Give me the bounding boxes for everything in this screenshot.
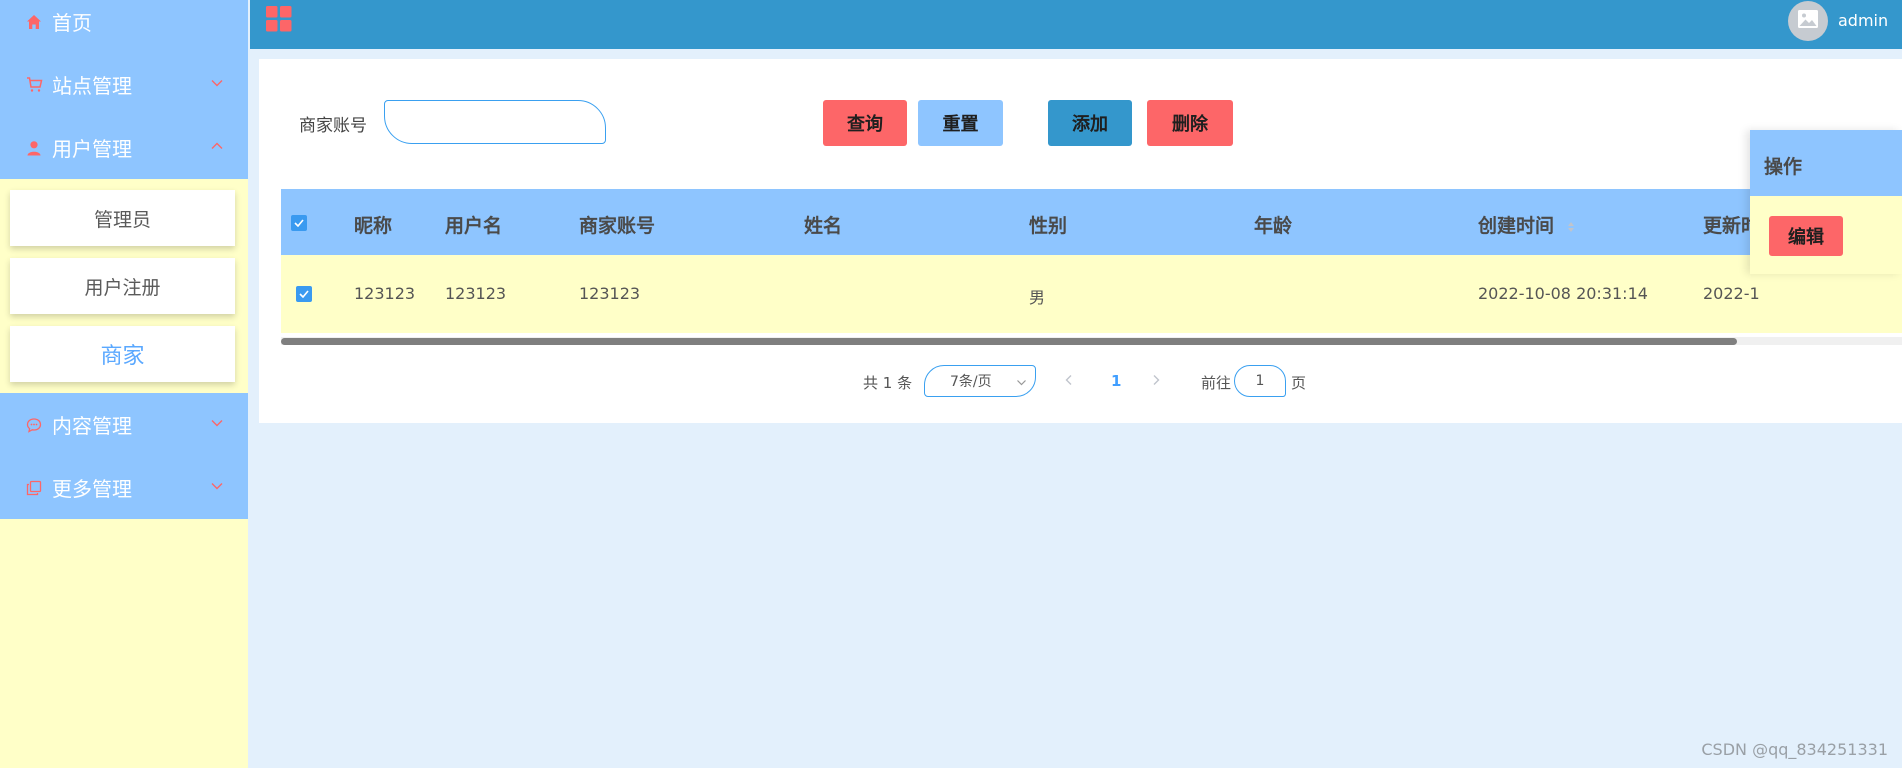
sort-icon[interactable] (1567, 216, 1575, 238)
column-header-label: 创建时间 (1478, 215, 1555, 237)
avatar[interactable] (1788, 1, 1828, 41)
sidebar-item-label: 站点管理 (52, 74, 132, 98)
cart-icon (24, 75, 44, 95)
next-page-icon[interactable] (1151, 372, 1161, 390)
query-button[interactable]: 查询 (823, 100, 907, 146)
column-header-age: 年龄 (1254, 215, 1293, 237)
column-header-username: 用户名 (445, 215, 503, 237)
submenu-item-admin[interactable]: 管理员 (10, 190, 235, 246)
home-icon (24, 12, 44, 32)
sidebar-item-home[interactable]: 首页 (0, 0, 248, 53)
submenu-item-user-register[interactable]: 用户注册 (10, 258, 235, 314)
sidebar: 首页 站点管理 用户管理 管理员 用户注册 商家 内容管理 更多管理 (0, 0, 248, 768)
pagination-total: 共 1 条 (863, 374, 913, 392)
chevron-down-icon (210, 75, 224, 89)
chevron-up-icon (210, 138, 224, 152)
page-size-select[interactable]: 7条/页 (924, 365, 1036, 397)
delete-button[interactable]: 删除 (1147, 100, 1233, 146)
page-number-current[interactable]: 1 (1111, 372, 1121, 390)
search-label: 商家账号 (299, 116, 367, 136)
user-icon (24, 138, 44, 158)
column-header-gender: 性别 (1029, 215, 1068, 237)
top-header: admin (250, 0, 1902, 49)
grid-icon[interactable] (266, 6, 292, 32)
sidebar-item-label: 更多管理 (52, 477, 132, 501)
cell-created-at: 2022-10-08 20:31:14 (1478, 284, 1648, 303)
column-header-created-at[interactable]: 创建时间 (1478, 211, 1575, 238)
sidebar-item-content-management[interactable]: 内容管理 (0, 393, 248, 456)
action-cell: 编辑 (1750, 196, 1902, 274)
sidebar-item-more-management[interactable]: 更多管理 (0, 456, 248, 519)
table-header: 昵称 用户名 商家账号 姓名 性别 年龄 创建时间 更新时 (281, 189, 1902, 255)
goto-page-input[interactable] (1234, 365, 1286, 397)
prev-page-icon[interactable] (1064, 372, 1074, 390)
column-header-nickname: 昵称 (354, 215, 393, 237)
page-size-value: 7条/页 (950, 374, 992, 390)
chevron-down-icon (210, 478, 224, 492)
sidebar-item-site-management[interactable]: 站点管理 (0, 53, 248, 116)
table-row: 123123 123123 123123 男 2022-10-08 20:31:… (281, 255, 1902, 333)
add-button[interactable]: 添加 (1048, 100, 1132, 146)
cell-gender: 男 (1029, 288, 1046, 307)
reset-button[interactable]: 重置 (918, 100, 1003, 146)
edit-button[interactable]: 编辑 (1769, 216, 1843, 256)
copy-icon (24, 478, 44, 498)
column-header-merchant-account: 商家账号 (579, 215, 656, 237)
cell-updated-at: 2022-1 (1703, 284, 1760, 303)
watermark: CSDN @qq_834251331 (1701, 740, 1888, 759)
sidebar-item-label: 首页 (52, 11, 92, 35)
goto-suffix: 页 (1291, 374, 1307, 392)
action-column-header: 操作 (1750, 130, 1902, 196)
image-icon (1797, 9, 1819, 33)
cell-nickname: 123123 (354, 284, 416, 303)
chat-icon (24, 415, 44, 435)
horizontal-scrollbar[interactable] (281, 338, 1737, 345)
select-all-checkbox[interactable] (291, 215, 307, 231)
fixed-action-column: 操作 编辑 (1750, 130, 1902, 274)
chevron-down-icon (1016, 376, 1027, 392)
username[interactable]: admin (1838, 11, 1888, 30)
goto-label: 前往 (1201, 374, 1232, 392)
column-header-name: 姓名 (804, 215, 843, 237)
row-checkbox[interactable] (296, 286, 312, 302)
cell-username: 123123 (445, 284, 507, 303)
main-card: 商家账号 查询 重置 添加 删除 昵称 用户名 商家账号 姓名 性别 年龄 创建… (259, 59, 1902, 423)
sidebar-item-label: 内容管理 (52, 414, 132, 438)
merchant-account-input[interactable] (384, 100, 606, 144)
submenu-item-merchant[interactable]: 商家 (10, 326, 235, 382)
chevron-down-icon (210, 415, 224, 429)
column-header-action: 操作 (1764, 156, 1803, 178)
cell-merchant-account: 123123 (579, 284, 641, 303)
sidebar-item-label: 用户管理 (52, 137, 132, 161)
sidebar-item-user-management[interactable]: 用户管理 (0, 116, 248, 179)
